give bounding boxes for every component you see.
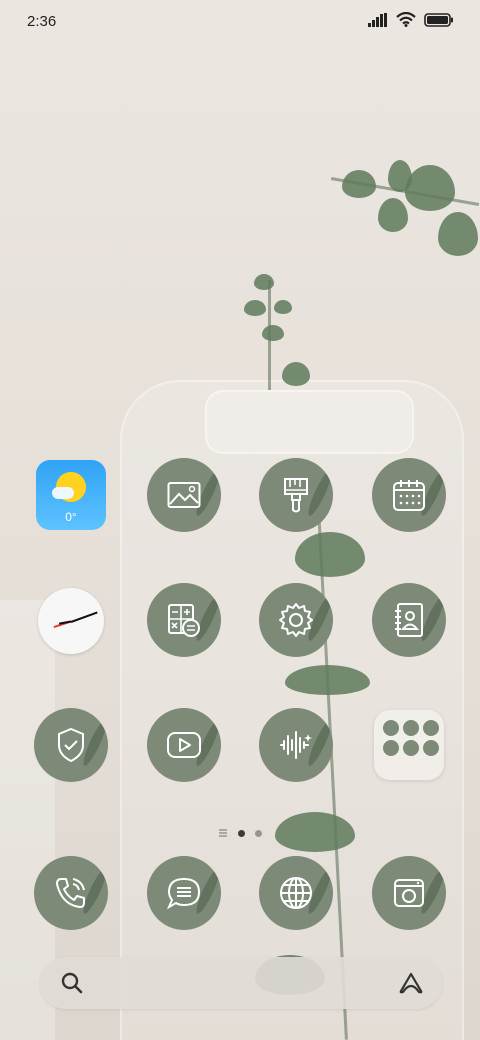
video-play-icon: [167, 732, 201, 758]
status-bar: 2:36: [0, 0, 480, 44]
sound-wave-icon: [280, 731, 312, 759]
search-input[interactable]: [100, 971, 364, 997]
battery-icon: [424, 12, 453, 27]
folder-app-4-icon: [383, 740, 399, 756]
folder-app-3-icon: [423, 720, 439, 736]
security-app[interactable]: [34, 708, 108, 782]
dock-browser[interactable]: [259, 856, 333, 930]
clock-widget[interactable]: [34, 584, 108, 658]
status-time: 2:36: [27, 13, 57, 30]
dock-messages[interactable]: [147, 856, 221, 930]
wallpaper-bottle-neck: [205, 390, 414, 454]
calculator-icon: [168, 604, 200, 637]
themes-app[interactable]: [259, 458, 333, 532]
folder-app-1-icon: [383, 720, 399, 736]
search-icon: [61, 972, 83, 994]
app-folder[interactable]: [374, 710, 448, 784]
weather-temperature: 0°: [65, 510, 77, 524]
contacts-app[interactable]: [372, 583, 446, 657]
cloud-icon: [52, 487, 74, 499]
calculator-app[interactable]: [147, 583, 221, 657]
wifi-icon: [396, 12, 416, 27]
security-shield-icon: [58, 727, 84, 763]
weather-widget[interactable]: 0°: [36, 460, 110, 534]
browser-globe-icon: [280, 877, 312, 909]
paint-brush-icon: [284, 478, 308, 513]
page-dot-2[interactable]: [255, 829, 262, 837]
page-indicator[interactable]: [0, 829, 480, 837]
signal-icon: [368, 12, 387, 27]
dock-camera[interactable]: [372, 856, 446, 930]
gallery-app[interactable]: [147, 458, 221, 532]
folder-app-2-icon: [403, 720, 419, 736]
phone-icon: [56, 878, 85, 908]
calendar-icon: [393, 480, 425, 511]
dock-phone[interactable]: [34, 856, 108, 930]
recorder-app[interactable]: [259, 708, 333, 782]
page-list-icon: [219, 829, 227, 837]
video-app[interactable]: [147, 708, 221, 782]
camera-icon: [394, 879, 424, 907]
gallery-icon: [167, 482, 201, 508]
assistant-icon[interactable]: [398, 971, 424, 995]
contacts-icon: [395, 603, 423, 637]
calendar-app[interactable]: [372, 458, 446, 532]
settings-gear-icon: [279, 603, 313, 637]
settings-app[interactable]: [259, 583, 333, 657]
search-bar[interactable]: [40, 957, 442, 1009]
page-dot-1[interactable]: [238, 829, 245, 837]
messages-icon: [166, 877, 201, 910]
folder-app-6-icon: [423, 740, 439, 756]
folder-app-5-icon: [403, 740, 419, 756]
